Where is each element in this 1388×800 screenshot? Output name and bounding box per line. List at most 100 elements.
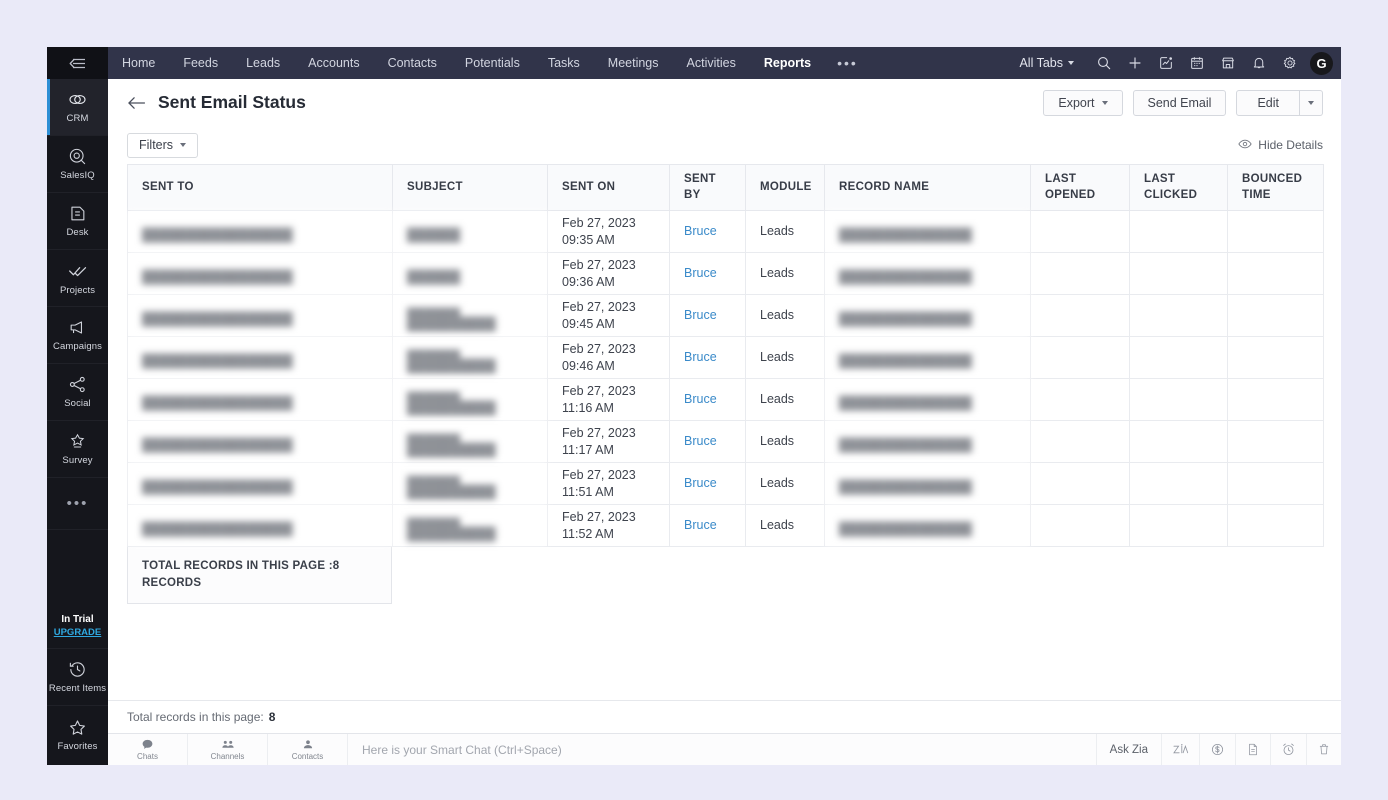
tab-contacts[interactable]: Contacts: [374, 47, 451, 79]
cell-sent-to: █████████████████: [127, 504, 393, 547]
sidebar-item-salesiq[interactable]: SalesIQ: [47, 136, 108, 193]
chat-tab-contacts[interactable]: Contacts: [268, 734, 348, 765]
edit-button[interactable]: Edit: [1236, 89, 1300, 116]
tab-tasks[interactable]: Tasks: [534, 47, 594, 79]
gear-icon[interactable]: [1274, 47, 1305, 79]
sent-by-link[interactable]: Bruce: [684, 392, 717, 406]
trial-label: In Trial: [61, 614, 94, 625]
sidebar-item-label: Survey: [62, 455, 93, 466]
collapse-icon[interactable]: [69, 57, 86, 70]
sidebar-item-crm[interactable]: CRM: [47, 79, 108, 136]
tab-meetings[interactable]: Meetings: [594, 47, 673, 79]
sidebar-collapse-bar: [47, 47, 108, 79]
hide-details-toggle[interactable]: Hide Details: [1238, 138, 1323, 153]
tab-overflow-button[interactable]: •••: [825, 55, 870, 71]
marketplace-icon[interactable]: [1212, 47, 1243, 79]
table-row[interactable]: █████████████████ ██████ ██████████ Feb 27,…: [127, 462, 1324, 505]
edit-dropdown-button[interactable]: [1300, 89, 1323, 116]
column-header-sent-on[interactable]: SENT ON: [547, 164, 670, 211]
send-email-button[interactable]: Send Email: [1132, 89, 1227, 116]
cell-bounced-time: [1227, 252, 1324, 295]
export-button[interactable]: Export: [1043, 89, 1123, 116]
tab-leads[interactable]: Leads: [232, 47, 294, 79]
cell-last-opened: [1030, 420, 1130, 463]
cell-record-name: ███████████████: [824, 336, 1031, 379]
column-header-sent-to[interactable]: SENT TO: [127, 164, 393, 211]
chat-tab-chats[interactable]: Chats: [108, 734, 188, 765]
cell-subject: ██████ ██████████: [392, 420, 548, 463]
column-header-subject[interactable]: SUBJECT: [392, 164, 548, 211]
search-icon[interactable]: [1088, 47, 1119, 79]
sidebar-item-survey[interactable]: Survey: [47, 421, 108, 478]
zia-icon[interactable]: [1161, 734, 1199, 765]
cell-sent-to: █████████████████: [127, 420, 393, 463]
cell-module: Leads: [745, 210, 825, 253]
table-row[interactable]: █████████████████ ██████ ██████████ Feb 27,…: [127, 504, 1324, 547]
column-header-record-name[interactable]: RECORD NAME: [824, 164, 1031, 211]
tab-reports[interactable]: Reports: [750, 47, 825, 79]
column-header-bounced-time[interactable]: BOUNCED TIME: [1227, 164, 1324, 211]
currency-icon[interactable]: [1199, 734, 1235, 765]
filters-label: Filters: [139, 138, 174, 152]
sent-by-link[interactable]: Bruce: [684, 266, 717, 280]
sent-by-link[interactable]: Bruce: [684, 476, 717, 490]
sent-by-link[interactable]: Bruce: [684, 518, 717, 532]
column-header-sent-by[interactable]: SENT BY: [669, 164, 746, 211]
analytics-icon[interactable]: [1150, 47, 1181, 79]
cell-record-name: ███████████████: [824, 420, 1031, 463]
cell-sent-to: █████████████████: [127, 294, 393, 337]
header-actions: Export Send Email Edit: [1043, 89, 1323, 116]
sidebar-item-social[interactable]: Social: [47, 364, 108, 421]
sidebar-item-recent-items[interactable]: Recent Items: [47, 649, 108, 706]
smart-chat-bar: Chats Channels Contacts Here is your Sma…: [108, 733, 1341, 765]
table-row[interactable]: █████████████████ ██████ ██████████ Feb 27,…: [127, 336, 1324, 379]
calendar-icon[interactable]: [1181, 47, 1212, 79]
filters-button[interactable]: Filters: [127, 132, 199, 158]
cell-bounced-time: [1227, 462, 1324, 505]
chat-tab-channels[interactable]: Channels: [188, 734, 268, 765]
sidebar-item-favorites[interactable]: Favorites: [47, 706, 108, 763]
trash-icon[interactable]: [1306, 734, 1341, 765]
table-row[interactable]: █████████████████ ██████ Feb 27, 2023 09:3…: [127, 210, 1324, 253]
chevron-down-icon: [1308, 100, 1314, 105]
sidebar-item-desk[interactable]: Desk: [47, 193, 108, 250]
sent-by-link[interactable]: Bruce: [684, 224, 717, 238]
user-avatar[interactable]: G: [1310, 51, 1333, 75]
filter-toolbar: Filters Hide Details: [108, 126, 1341, 164]
tab-activities[interactable]: Activities: [673, 47, 750, 79]
upgrade-link[interactable]: UPGRADE: [47, 627, 108, 638]
plus-icon[interactable]: [1119, 47, 1150, 79]
column-header-last-clicked[interactable]: LAST CLICKED: [1129, 164, 1228, 211]
tab-home[interactable]: Home: [108, 47, 169, 79]
back-arrow-icon[interactable]: [127, 95, 146, 111]
table-row[interactable]: █████████████████ ██████ ██████████ Feb 27,…: [127, 420, 1324, 463]
tab-feeds[interactable]: Feeds: [169, 47, 232, 79]
alarm-icon[interactable]: [1270, 734, 1306, 765]
cell-sent-on: Feb 27, 2023 09:46 AM: [547, 336, 670, 379]
table-row[interactable]: █████████████████ ██████ Feb 27, 2023 09:3…: [127, 252, 1324, 295]
sidebar-item-projects[interactable]: Projects: [47, 250, 108, 307]
tab-accounts[interactable]: Accounts: [294, 47, 373, 79]
sidebar-item-campaigns[interactable]: Campaigns: [47, 307, 108, 364]
star-icon: [68, 718, 87, 737]
table-row[interactable]: █████████████████ ██████ ██████████ Feb 27,…: [127, 378, 1324, 421]
cell-record-name: ███████████████: [824, 210, 1031, 253]
column-header-last-opened[interactable]: LAST OPENED: [1030, 164, 1130, 211]
table-row[interactable]: █████████████████ ██████ ██████████ Feb 27,…: [127, 294, 1324, 337]
ask-zia-button[interactable]: Ask Zia: [1095, 734, 1161, 765]
sent-by-link[interactable]: Bruce: [684, 350, 717, 364]
cell-module: Leads: [745, 504, 825, 547]
document-icon[interactable]: [1235, 734, 1270, 765]
tab-potentials[interactable]: Potentials: [451, 47, 534, 79]
cell-module: Leads: [745, 420, 825, 463]
sidebar-more-apps-button[interactable]: •••: [47, 478, 108, 530]
cell-sent-on: Feb 27, 2023 11:17 AM: [547, 420, 670, 463]
bell-icon[interactable]: [1243, 47, 1274, 79]
sent-by-link[interactable]: Bruce: [684, 434, 717, 448]
smart-chat-input[interactable]: Here is your Smart Chat (Ctrl+Space): [348, 734, 1096, 765]
cell-last-opened: [1030, 462, 1130, 505]
column-header-module[interactable]: MODULE: [745, 164, 825, 211]
cell-last-clicked: [1129, 252, 1228, 295]
all-tabs-dropdown[interactable]: All Tabs: [1005, 56, 1088, 70]
sent-by-link[interactable]: Bruce: [684, 308, 717, 322]
